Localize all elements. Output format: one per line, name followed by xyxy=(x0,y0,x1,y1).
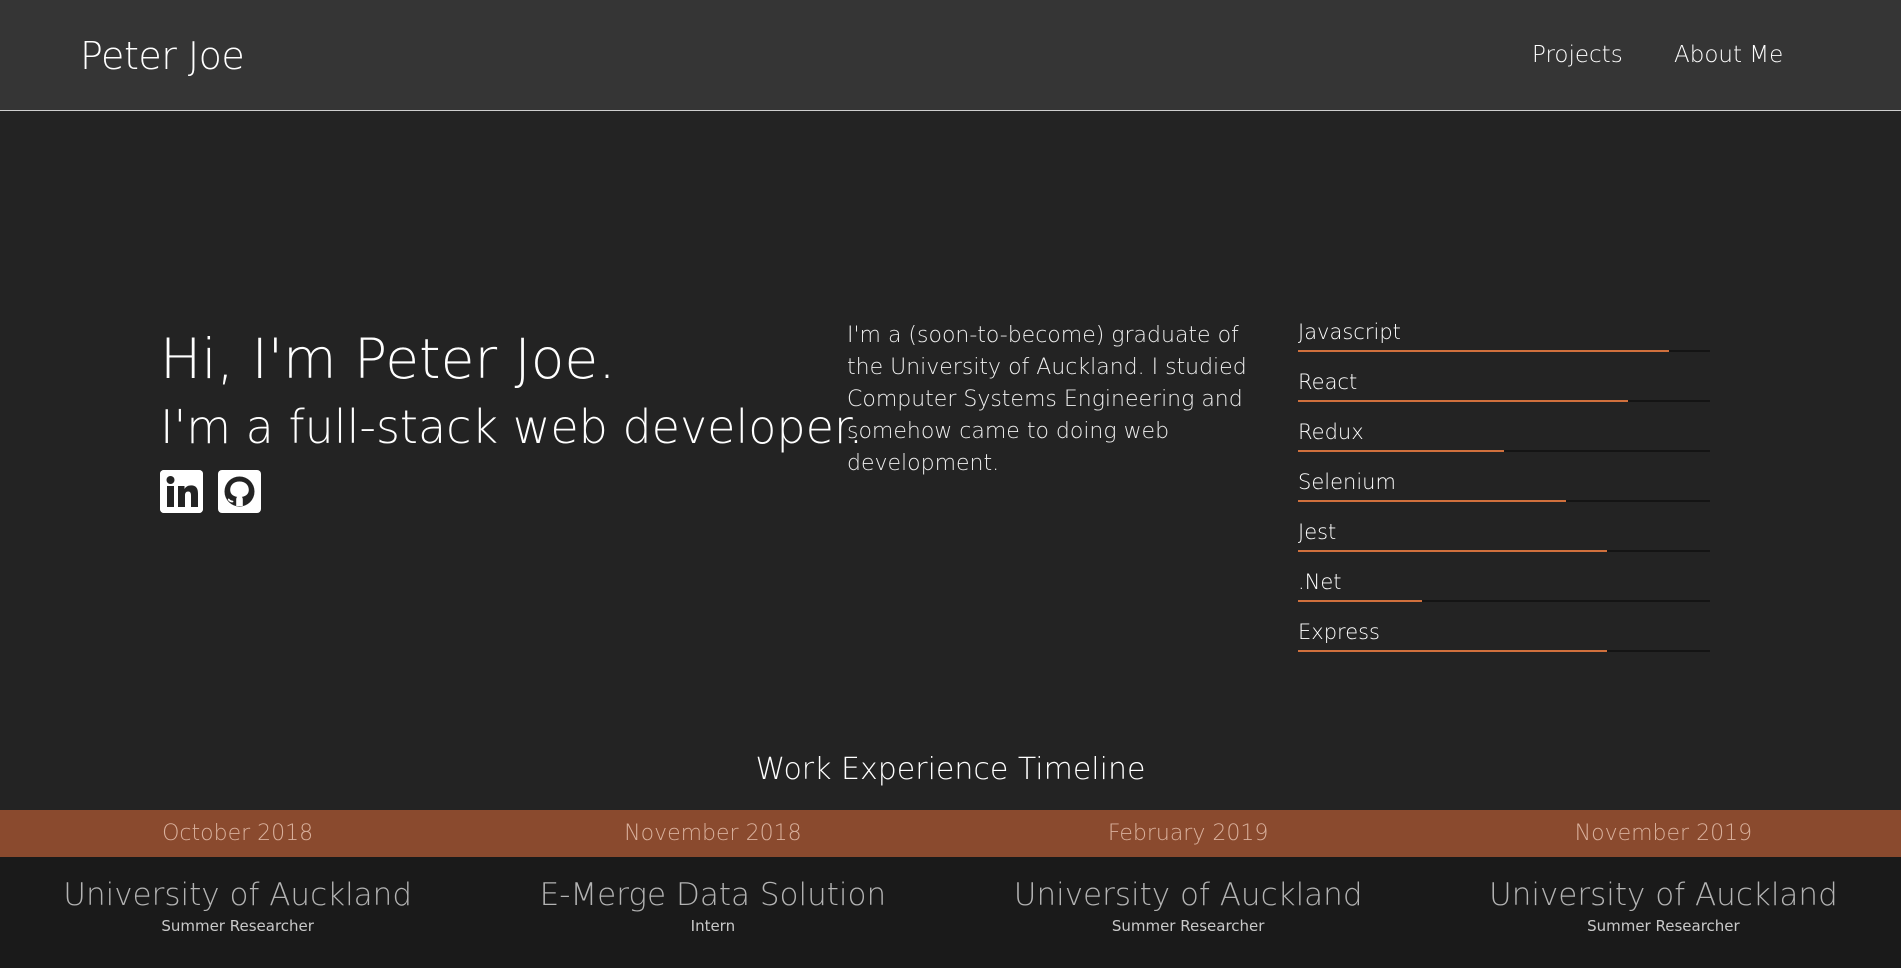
skill-bar-track xyxy=(1298,350,1710,352)
skill-name: React xyxy=(1298,370,1358,394)
skill-name: Redux xyxy=(1298,420,1364,444)
nav-link-projects[interactable]: Projects xyxy=(1532,42,1623,68)
linkedin-link[interactable] xyxy=(160,470,203,513)
skill-bar-fill xyxy=(1298,350,1669,352)
timeline-entry-role: Summer Researcher xyxy=(1587,917,1740,935)
skill-bar-fill xyxy=(1298,550,1607,552)
timeline-date: November 2018 xyxy=(624,821,802,846)
github-link[interactable] xyxy=(218,470,261,513)
timeline-entry[interactable]: University of Auckland Summer Researcher xyxy=(951,877,1426,935)
timeline-entry-org: University of Auckland xyxy=(1013,877,1363,913)
nav-link-about-me[interactable]: About Me xyxy=(1674,42,1783,68)
github-icon xyxy=(218,470,261,513)
navbar: Peter Joe Projects About Me xyxy=(0,0,1901,111)
skill-bar-track xyxy=(1298,550,1710,552)
skill-bar-track xyxy=(1298,400,1710,402)
timeline-entries-band: University of Auckland Summer Researcher… xyxy=(0,857,1901,968)
timeline-entry-role: Summer Researcher xyxy=(161,917,314,935)
skill-name: Javascript xyxy=(1298,320,1401,344)
timeline-entry[interactable]: E-Merge Data Solution Intern xyxy=(475,877,950,935)
skill-bar-fill xyxy=(1298,450,1504,452)
hero-title: Hi, I'm Peter Joe. xyxy=(160,327,616,391)
skill-bar-fill xyxy=(1298,500,1566,502)
skill-bar-track xyxy=(1298,600,1710,602)
skill-item: Javascript xyxy=(1298,320,1710,370)
skill-name: Jest xyxy=(1298,520,1337,544)
skill-item: Selenium xyxy=(1298,470,1710,520)
skill-name: Express xyxy=(1298,620,1381,644)
skill-bar-fill xyxy=(1298,600,1422,602)
timeline-entry-org: E-Merge Data Solution xyxy=(539,877,887,913)
timeline-date-band: October 2018 November 2018 February 2019… xyxy=(0,810,1901,857)
skill-bar-track xyxy=(1298,450,1710,452)
timeline-date: October 2018 xyxy=(162,821,314,846)
skill-bar-fill xyxy=(1298,650,1607,652)
timeline-entry-role: Summer Researcher xyxy=(1111,917,1265,935)
timeline-entry[interactable]: University of Auckland Summer Researcher xyxy=(1426,877,1901,935)
linkedin-icon xyxy=(160,470,203,513)
timeline-date: February 2019 xyxy=(1107,821,1269,846)
skill-bar-track xyxy=(1298,650,1710,652)
about-text: I'm a (soon-to-become) graduate of the U… xyxy=(847,323,1247,476)
skill-item: React xyxy=(1298,370,1710,420)
site-brand[interactable]: Peter Joe xyxy=(80,34,245,78)
skill-name: .Net xyxy=(1298,570,1342,594)
timeline-title: Work Experience Timeline xyxy=(755,752,1146,787)
skill-bar-fill xyxy=(1298,400,1628,402)
skill-item: Jest xyxy=(1298,520,1710,570)
skill-name: Selenium xyxy=(1298,470,1396,494)
skills-list: Javascript React Redux Selenium Jest .Ne… xyxy=(1298,320,1710,670)
skill-item: Express xyxy=(1298,620,1710,670)
timeline-entry-org: University of Auckland xyxy=(63,877,412,913)
timeline-date: November 2019 xyxy=(1574,821,1753,846)
timeline-entry-org: University of Auckland xyxy=(1489,877,1838,913)
hero-subtitle: I'm a full-stack web developer. xyxy=(160,400,864,454)
skill-item: Redux xyxy=(1298,420,1710,470)
timeline-entry[interactable]: University of Auckland Summer Researcher xyxy=(0,877,475,935)
timeline-entry-role: Intern xyxy=(690,917,736,935)
skill-item: .Net xyxy=(1298,570,1710,620)
skill-bar-track xyxy=(1298,500,1710,502)
